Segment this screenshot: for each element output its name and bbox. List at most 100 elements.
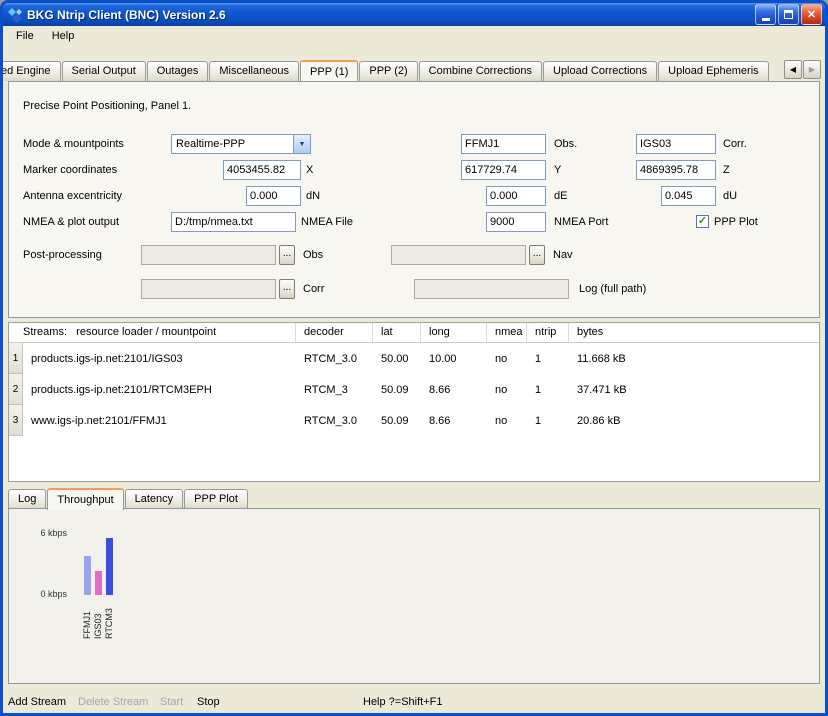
post-nav-browse-button[interactable]: ... bbox=[529, 245, 545, 265]
ppp-mode-select[interactable]: Realtime-PPP ▼ bbox=[171, 134, 311, 154]
header-ntrip: ntrip bbox=[527, 323, 569, 342]
cell-lat: 50.00 bbox=[373, 353, 421, 365]
tab-latency[interactable]: Latency bbox=[125, 489, 184, 509]
cell-stream: products.igs-ip.net:2101/IGS03 bbox=[23, 353, 296, 365]
streams-table-header: Streams: resource loader / mountpoint de… bbox=[9, 323, 819, 343]
tab-outages[interactable]: Outages bbox=[147, 61, 209, 81]
cell-long: 8.66 bbox=[421, 384, 487, 396]
post-log-label: Log (full path) bbox=[579, 279, 646, 299]
cell-long: 8.66 bbox=[421, 415, 487, 427]
throughput-labels: FFMJ1IGS03RTCM3 bbox=[82, 599, 111, 639]
tab-serial-output[interactable]: Serial Output bbox=[62, 61, 146, 81]
chevron-left-icon: ◀ bbox=[790, 65, 796, 74]
post-corr-browse-button[interactable]: ... bbox=[279, 279, 295, 299]
post-nav-input bbox=[391, 245, 526, 265]
ppp-plot-checkbox[interactable]: ✓ bbox=[696, 215, 709, 228]
marker-y-label: Y bbox=[554, 160, 561, 180]
post-obs-browse-button[interactable]: ... bbox=[279, 245, 295, 265]
nmea-plot-output-label: NMEA & plot output bbox=[23, 212, 119, 232]
cell-ntrip: 1 bbox=[527, 415, 569, 427]
tab-scroll-left-button[interactable]: ◀ bbox=[784, 60, 802, 79]
antenna-de-input[interactable] bbox=[486, 186, 546, 206]
obs-mountpoint-input[interactable] bbox=[461, 134, 546, 154]
cell-decoder: RTCM_3 bbox=[296, 384, 373, 396]
minimize-button[interactable] bbox=[755, 4, 776, 25]
post-log-input bbox=[414, 279, 569, 299]
marker-coordinates-label: Marker coordinates bbox=[23, 160, 117, 180]
menu-bar: File Help bbox=[3, 26, 825, 48]
ppp1-panel: Precise Point Positioning, Panel 1. Mode… bbox=[8, 81, 820, 318]
minimize-icon bbox=[762, 18, 770, 21]
row-number: 1 bbox=[9, 343, 23, 374]
title-bar[interactable]: BKG Ntrip Client (BNC) Version 2.6 ✕ bbox=[3, 3, 825, 26]
nmea-port-label: NMEA Port bbox=[554, 212, 608, 232]
cell-stream: products.igs-ip.net:2101/RTCM3EPH bbox=[23, 384, 296, 396]
cell-decoder: RTCM_3.0 bbox=[296, 353, 373, 365]
chart-category-label-FFMJ1: FFMJ1 bbox=[82, 599, 89, 639]
chart-bar-IGS03 bbox=[95, 571, 102, 595]
app-icon bbox=[7, 7, 23, 23]
corr-label: Corr. bbox=[723, 134, 747, 154]
marker-y-input[interactable] bbox=[461, 160, 546, 180]
tab-ppp-plot[interactable]: PPP Plot bbox=[184, 489, 248, 509]
marker-x-input[interactable] bbox=[223, 160, 301, 180]
monitor-tab-bar: Log Throughput Latency PPP Plot bbox=[8, 486, 249, 509]
cell-lat: 50.09 bbox=[373, 415, 421, 427]
tab-feed-engine[interactable]: ed Engine bbox=[3, 61, 61, 81]
help-shortcut-label: Help ?=Shift+F1 bbox=[363, 692, 443, 713]
cell-long: 10.00 bbox=[421, 353, 487, 365]
header-long: long bbox=[421, 323, 487, 342]
table-row[interactable]: 1 products.igs-ip.net:2101/IGS03 RTCM_3.… bbox=[9, 343, 819, 374]
tab-throughput[interactable]: Throughput bbox=[47, 488, 123, 510]
antenna-du-label: dU bbox=[723, 186, 737, 206]
corr-mountpoint-input[interactable] bbox=[636, 134, 716, 154]
window-title: BKG Ntrip Client (BNC) Version 2.6 bbox=[27, 8, 755, 22]
streams-table: Streams: resource loader / mountpoint de… bbox=[8, 322, 820, 482]
antenna-dn-label: dN bbox=[306, 186, 320, 206]
nmea-file-input[interactable] bbox=[171, 212, 296, 232]
header-lat: lat bbox=[373, 323, 421, 342]
cell-bytes: 37.471 kB bbox=[569, 384, 819, 396]
table-row[interactable]: 3 www.igs-ip.net:2101/FFMJ1 RTCM_3.0 50.… bbox=[9, 405, 819, 436]
tab-miscellaneous[interactable]: Miscellaneous bbox=[209, 61, 299, 81]
throughput-panel: 6 kbps 0 kbps FFMJ1IGS03RTCM3 bbox=[8, 508, 820, 684]
header-decoder: decoder bbox=[296, 323, 373, 342]
marker-z-label: Z bbox=[723, 160, 730, 180]
tab-upload-corrections[interactable]: Upload Corrections bbox=[543, 61, 657, 81]
tab-combine-corrections[interactable]: Combine Corrections bbox=[419, 61, 542, 81]
marker-z-input[interactable] bbox=[636, 160, 716, 180]
add-stream-button[interactable]: Add Stream bbox=[8, 692, 66, 713]
maximize-button[interactable] bbox=[778, 4, 799, 25]
throughput-bars bbox=[84, 534, 113, 595]
row-number: 3 bbox=[9, 405, 23, 436]
menu-file[interactable]: File bbox=[7, 26, 43, 48]
close-icon: ✕ bbox=[807, 8, 816, 21]
tab-scroll-right-button[interactable]: ▶ bbox=[803, 60, 821, 79]
tab-log[interactable]: Log bbox=[8, 489, 46, 509]
stop-button[interactable]: Stop bbox=[197, 692, 220, 713]
combo-dropdown-button[interactable]: ▼ bbox=[293, 135, 310, 153]
chart-bar-RTCM3 bbox=[106, 538, 113, 595]
ppp-plot-label: PPP Plot bbox=[714, 212, 758, 232]
antenna-de-label: dE bbox=[554, 186, 567, 206]
cell-stream: www.igs-ip.net:2101/FFMJ1 bbox=[23, 415, 296, 427]
cell-lat: 50.09 bbox=[373, 384, 421, 396]
table-row[interactable]: 2 products.igs-ip.net:2101/RTCM3EPH RTCM… bbox=[9, 374, 819, 405]
tab-ppp-1[interactable]: PPP (1) bbox=[300, 60, 358, 81]
chart-category-label-RTCM3: RTCM3 bbox=[104, 599, 111, 639]
antenna-du-input[interactable] bbox=[661, 186, 716, 206]
cell-ntrip: 1 bbox=[527, 353, 569, 365]
tab-upload-ephemeris[interactable]: Upload Ephemeris bbox=[658, 61, 769, 81]
bottom-bar: Add Stream Delete Stream Start Stop Help… bbox=[8, 692, 820, 713]
chevron-down-icon: ▼ bbox=[299, 141, 306, 148]
check-icon: ✓ bbox=[698, 216, 707, 227]
marker-x-label: X bbox=[306, 160, 313, 180]
header-streams: Streams: resource loader / mountpoint bbox=[9, 323, 296, 342]
antenna-dn-input[interactable] bbox=[246, 186, 301, 206]
header-bytes: bytes bbox=[569, 323, 819, 342]
nmea-port-input[interactable] bbox=[486, 212, 546, 232]
close-button[interactable]: ✕ bbox=[801, 4, 822, 25]
post-obs-label: Obs bbox=[303, 245, 323, 265]
menu-help[interactable]: Help bbox=[43, 26, 84, 48]
tab-ppp-2[interactable]: PPP (2) bbox=[359, 61, 417, 81]
